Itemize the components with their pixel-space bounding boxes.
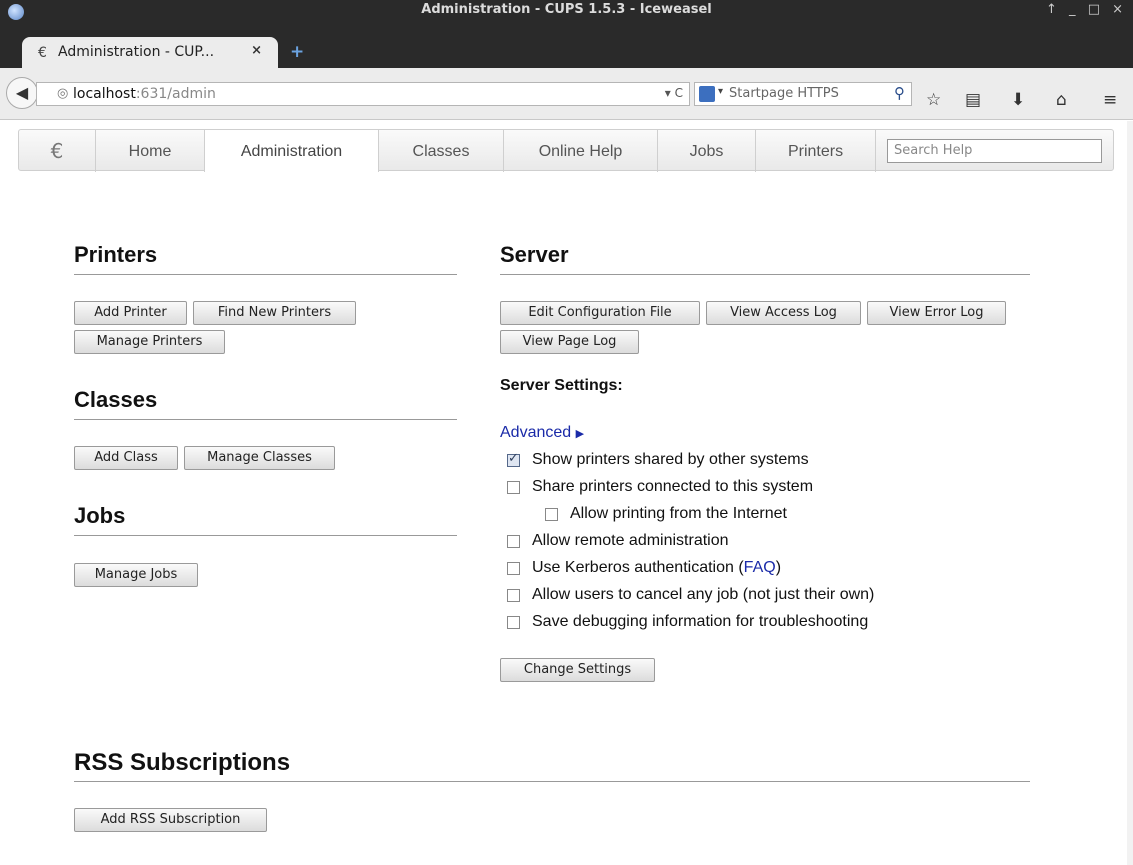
- save-debugging-checkbox[interactable]: [507, 616, 520, 629]
- share-printers-label: Share printers connected to this system: [532, 478, 814, 495]
- classes-divider: [74, 419, 457, 420]
- search-help-input[interactable]: Search Help: [887, 139, 1102, 163]
- globe-icon: ◎: [57, 86, 69, 101]
- save-debugging-label: Save debugging information for troublesh…: [532, 613, 869, 630]
- web-search-bar[interactable]: ▾ Startpage HTTPS ⚲: [694, 82, 912, 106]
- add-rss-subscription-button[interactable]: Add RSS Subscription: [74, 808, 267, 832]
- allow-internet-printing-label: Allow printing from the Internet: [570, 505, 787, 522]
- allow-cancel-any-job-checkbox[interactable]: [507, 589, 520, 602]
- cups-navigation: € Home Administration Classes Online Hel…: [18, 129, 1114, 172]
- url-path: :631/admin: [135, 86, 216, 102]
- expand-arrow-icon: ▶: [575, 428, 585, 440]
- home-icon[interactable]: ⌂: [1056, 90, 1067, 110]
- printers-divider: [74, 274, 457, 275]
- add-class-button[interactable]: Add Class: [74, 446, 178, 470]
- jobs-heading: Jobs: [74, 503, 126, 528]
- tab-label: Administration - CUP...: [58, 44, 215, 60]
- change-settings-button[interactable]: Change Settings: [500, 658, 655, 682]
- magnifier-icon[interactable]: ⚲: [894, 84, 905, 102]
- allow-internet-printing-checkbox[interactable]: [545, 508, 558, 521]
- find-new-printers-button[interactable]: Find New Printers: [193, 301, 356, 325]
- rss-subscriptions-heading: RSS Subscriptions: [74, 749, 291, 776]
- nav-home[interactable]: Home: [96, 130, 205, 172]
- reading-list-icon[interactable]: ▤: [965, 90, 981, 110]
- cups-favicon-icon: €: [38, 45, 47, 61]
- share-printers-checkbox[interactable]: [507, 481, 520, 494]
- edit-configuration-file-button[interactable]: Edit Configuration File: [500, 301, 700, 325]
- url-bar[interactable]: ◎ localhost:631/admin ▾ C: [36, 82, 690, 106]
- show-shared-printers-checkbox[interactable]: [507, 451, 520, 467]
- printers-heading: Printers: [74, 242, 158, 267]
- web-search-placeholder: Startpage HTTPS: [729, 86, 839, 101]
- url-text: localhost:631/admin: [73, 86, 216, 102]
- nav-classes[interactable]: Classes: [379, 130, 504, 172]
- show-shared-printers-label: Show printers shared by other systems: [532, 451, 809, 468]
- faq-link[interactable]: FAQ: [744, 559, 776, 576]
- tab-close-icon[interactable]: ×: [251, 43, 262, 58]
- use-kerberos-suffix: ): [775, 559, 782, 576]
- advanced-label: Advanced: [500, 424, 572, 441]
- rss-divider: [74, 781, 1030, 782]
- nav-printers[interactable]: Printers: [756, 130, 876, 172]
- url-host: localhost: [73, 86, 136, 102]
- use-kerberos-text: Use Kerberos authentication (: [532, 559, 744, 576]
- allow-cancel-any-job-label: Allow users to cancel any job (not just …: [532, 586, 875, 603]
- navigation-bar: ◀ ◎ localhost:631/admin ▾ C ▾ Startpage …: [0, 68, 1133, 120]
- startpage-engine-icon[interactable]: [699, 86, 715, 102]
- allow-remote-admin-label: Allow remote administration: [532, 532, 729, 549]
- tab-administration[interactable]: € Administration - CUP... ×: [22, 37, 278, 68]
- view-error-log-button[interactable]: View Error Log: [867, 301, 1006, 325]
- manage-jobs-button[interactable]: Manage Jobs: [74, 563, 198, 587]
- use-kerberos-checkbox[interactable]: [507, 562, 520, 575]
- back-arrow-icon: ◀: [15, 83, 29, 102]
- server-divider: [500, 274, 1030, 275]
- use-kerberos-label: Use Kerberos authentication (FAQ): [532, 559, 781, 577]
- window-title: Administration - CUPS 1.5.3 - Iceweasel: [421, 2, 712, 17]
- url-dropdown-reload-icon[interactable]: ▾ C: [665, 86, 683, 100]
- engine-dropdown-icon[interactable]: ▾: [718, 86, 723, 97]
- nav-jobs[interactable]: Jobs: [658, 130, 756, 172]
- jobs-divider: [74, 535, 457, 536]
- menu-icon[interactable]: ≡: [1103, 90, 1117, 110]
- window-titlebar: Administration - CUPS 1.5.3 - Iceweasel …: [0, 0, 1133, 33]
- view-access-log-button[interactable]: View Access Log: [706, 301, 861, 325]
- download-icon[interactable]: ⬇: [1011, 90, 1025, 110]
- nav-administration[interactable]: Administration: [205, 130, 379, 172]
- allow-remote-admin-checkbox[interactable]: [507, 535, 520, 548]
- back-button[interactable]: ◀: [6, 77, 38, 109]
- server-heading: Server: [500, 242, 569, 267]
- star-icon[interactable]: ☆: [926, 90, 941, 110]
- server-settings-label: Server Settings:: [500, 377, 623, 394]
- nav-online-help[interactable]: Online Help: [504, 130, 658, 172]
- cups-logo-icon[interactable]: €: [19, 130, 96, 172]
- page-scrollbar[interactable]: [1127, 121, 1133, 865]
- add-printer-button[interactable]: Add Printer: [74, 301, 187, 325]
- manage-printers-button[interactable]: Manage Printers: [74, 330, 225, 354]
- tab-strip: € Administration - CUP... × +: [0, 33, 1133, 68]
- advanced-link[interactable]: Advanced ▶: [500, 424, 584, 442]
- page-content: € Home Administration Classes Online Hel…: [0, 121, 1133, 865]
- new-tab-button[interactable]: +: [290, 42, 304, 62]
- classes-heading: Classes: [74, 387, 158, 412]
- manage-classes-button[interactable]: Manage Classes: [184, 446, 335, 470]
- window-controls[interactable]: ↑ _ □ ×: [1046, 2, 1127, 17]
- view-page-log-button[interactable]: View Page Log: [500, 330, 639, 354]
